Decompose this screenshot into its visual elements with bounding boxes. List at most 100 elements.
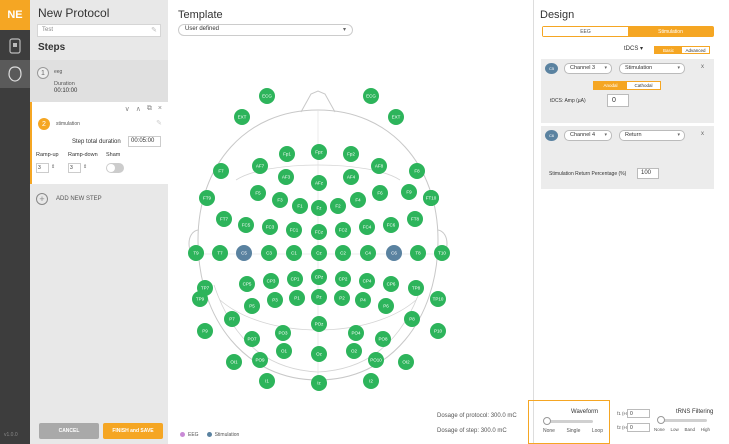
stepper-arrows-icon[interactable]: ⇕ — [51, 164, 55, 170]
electrode-o1[interactable]: O1 — [276, 343, 292, 359]
channel-type-select[interactable]: Stimulation ▾ — [619, 63, 685, 74]
chevron-down-icon[interactable]: ∨ — [125, 105, 130, 113]
electrode-fc3[interactable]: FC3 — [262, 219, 278, 235]
device-icon[interactable] — [0, 32, 30, 60]
electrode-fc4[interactable]: FC4 — [359, 219, 375, 235]
electrode-af7[interactable]: AF7 — [252, 158, 268, 174]
electrode-o2[interactable]: O2 — [346, 343, 362, 359]
protocol-name-input[interactable]: Test ✎ — [37, 24, 161, 37]
electrode-pz[interactable]: Pz — [311, 289, 327, 305]
f1-input[interactable]: 0 — [627, 409, 650, 418]
electrode-tp7[interactable]: TP7 — [197, 280, 213, 296]
electrode-f1[interactable]: F1 — [292, 198, 308, 214]
electrode-af4[interactable]: AF4 — [343, 169, 359, 185]
waveform-slider[interactable] — [543, 417, 593, 425]
tab-advanced[interactable]: Advanced — [682, 47, 709, 53]
electrode-ft10[interactable]: FT10 — [423, 190, 439, 206]
ramp-down-stepper[interactable]: 3 — [68, 163, 81, 173]
channel-select[interactable]: Channel 4 ▾ — [564, 130, 612, 141]
electrode-f4[interactable]: F4 — [350, 192, 366, 208]
slider-knob[interactable] — [657, 416, 665, 424]
electrode-oi2[interactable]: OI2 — [398, 354, 414, 370]
electrode-po7[interactable]: PO7 — [244, 331, 260, 347]
finish-save-button[interactable]: FINISH and SAVE — [103, 423, 163, 439]
electrode-p3[interactable]: P3 — [267, 292, 283, 308]
electrode-p7[interactable]: P7 — [224, 311, 240, 327]
channel-select[interactable]: Channel 3 ▾ — [564, 63, 612, 74]
electrode-fpz[interactable]: Fpz — [311, 144, 327, 160]
electrode-t7[interactable]: T7 — [212, 245, 228, 261]
electrode-po9[interactable]: PO9 — [252, 352, 268, 368]
electrode-af8[interactable]: AF8 — [371, 158, 387, 174]
electrode-p6[interactable]: P6 — [378, 298, 394, 314]
pencil-icon[interactable]: ✎ — [151, 26, 157, 34]
stepper-arrows-icon[interactable]: ⇕ — [83, 164, 87, 170]
electrode-ft9[interactable]: FT9 — [199, 190, 215, 206]
tab-stimulation[interactable]: Stimulation — [628, 27, 713, 36]
electrode-p9[interactable]: P9 — [197, 323, 213, 339]
electrode-cpz[interactable]: CPz — [311, 269, 327, 285]
return-percentage-input[interactable]: 100 — [637, 168, 659, 179]
electrode-ft8[interactable]: FT8 — [407, 211, 423, 227]
electrode-po8[interactable]: PO8 — [375, 331, 391, 347]
electrode-f6[interactable]: F6 — [372, 185, 388, 201]
electrode-p1[interactable]: P1 — [289, 290, 305, 306]
trns-slider[interactable] — [657, 416, 707, 424]
electrode-po4[interactable]: PO4 — [348, 325, 364, 341]
electrode-f5[interactable]: F5 — [250, 185, 266, 201]
step-item-eeg[interactable]: 1 eeg Duration 00:10:00 — [30, 60, 168, 102]
electrode-fc1[interactable]: FC1 — [286, 222, 302, 238]
electrode-c3[interactable]: C3 — [261, 245, 277, 261]
electrode-oz[interactable]: Oz — [311, 346, 327, 362]
electrode-fp1[interactable]: Fp1 — [279, 146, 295, 162]
electrode-p5[interactable]: P5 — [244, 298, 260, 314]
electrode-f9[interactable]: F9 — [401, 184, 417, 200]
step-item-stimulation[interactable]: ∨ ∧ ⧉ × 2 stimulation ✎ Step total durat… — [30, 102, 168, 184]
electrode-cz[interactable]: Cz — [311, 245, 327, 261]
ramp-up-stepper[interactable]: 3 — [36, 163, 49, 173]
f2-input[interactable]: 0 — [627, 423, 650, 432]
electrode-ecg[interactable]: ECG — [363, 88, 379, 104]
electrode-c1[interactable]: C1 — [286, 245, 302, 261]
electrode-afz[interactable]: AFz — [311, 175, 327, 191]
amp-input[interactable]: 0 — [607, 94, 629, 107]
electrode-t9[interactable]: T9 — [188, 245, 204, 261]
tab-basic[interactable]: Basic — [655, 47, 682, 53]
electrode-oi1[interactable]: OI1 — [226, 354, 242, 370]
electrode-fc6[interactable]: FC6 — [383, 217, 399, 233]
electrode-t10[interactable]: T10 — [434, 245, 450, 261]
step-total-duration-input[interactable]: 00:05:00 — [128, 136, 161, 147]
cancel-button[interactable]: CANCEL — [39, 423, 99, 439]
electrode-c4[interactable]: C4 — [360, 245, 376, 261]
electrode-cp3[interactable]: CP3 — [263, 273, 279, 289]
electrode-fcz[interactable]: FCz — [311, 224, 327, 240]
electrode-fc5[interactable]: FC5 — [238, 217, 254, 233]
electrode-ext[interactable]: EXT — [234, 109, 250, 125]
electrode-cp6[interactable]: CP6 — [383, 276, 399, 292]
electrode-p2[interactable]: P2 — [334, 290, 350, 306]
electrode-af3[interactable]: AF3 — [278, 169, 294, 185]
pencil-icon[interactable]: ✎ — [156, 119, 162, 127]
electrode-i1[interactable]: I1 — [259, 373, 275, 389]
electrode-fp2[interactable]: Fp2 — [343, 146, 359, 162]
electrode-p10[interactable]: P10 — [430, 323, 446, 339]
electrode-f8[interactable]: F8 — [409, 163, 425, 179]
electrode-cp1[interactable]: CP1 — [287, 271, 303, 287]
electrode-cp2[interactable]: CP2 — [335, 271, 351, 287]
channel-type-select[interactable]: Return ▾ — [619, 130, 685, 141]
electrode-tp8[interactable]: TP8 — [408, 280, 424, 296]
template-select[interactable]: User defined ▾ — [178, 24, 353, 36]
electrode-poz[interactable]: POz — [311, 316, 327, 332]
electrode-p8[interactable]: P8 — [404, 311, 420, 327]
electrode-f7[interactable]: F7 — [213, 163, 229, 179]
tab-cathodal[interactable]: Cathodal — [627, 82, 660, 89]
electrode-cp5[interactable]: CP5 — [239, 276, 255, 292]
head-icon[interactable] — [0, 60, 30, 88]
chevron-up-icon[interactable]: ∧ — [136, 105, 141, 113]
close-icon[interactable]: x — [701, 64, 704, 70]
electrode-fz[interactable]: Fz — [311, 200, 327, 216]
copy-icon[interactable]: ⧉ — [147, 105, 152, 113]
electrode-i2[interactable]: I2 — [363, 373, 379, 389]
electrode-f2[interactable]: F2 — [330, 198, 346, 214]
close-icon[interactable]: × — [158, 105, 162, 113]
